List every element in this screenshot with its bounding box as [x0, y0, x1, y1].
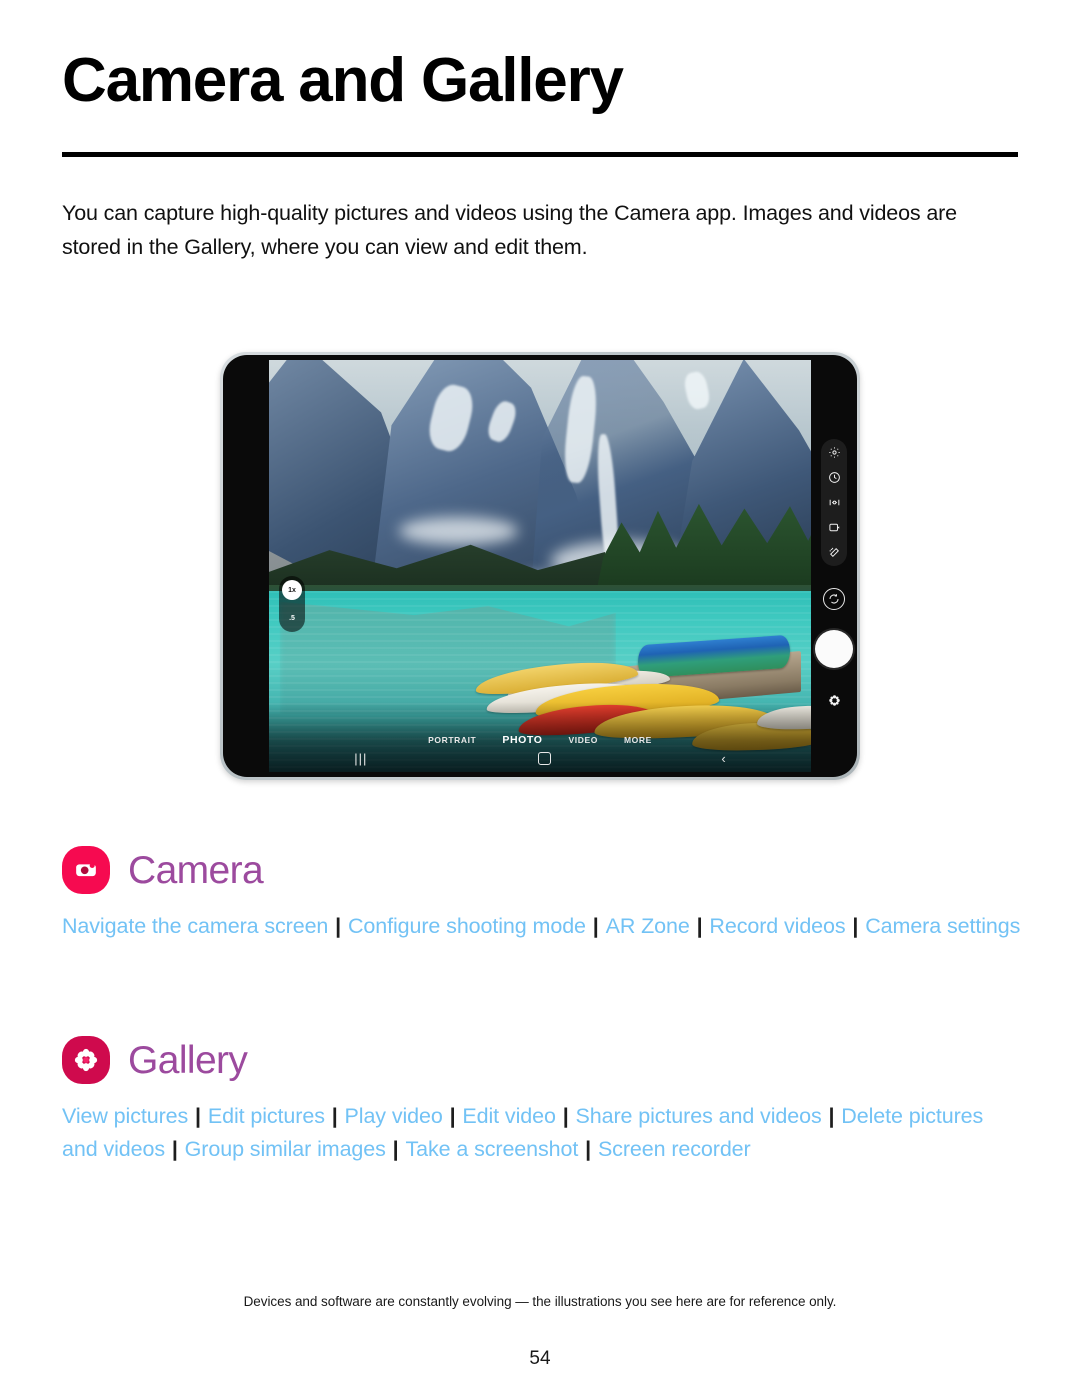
gallery-section-header: Gallery: [62, 1036, 1022, 1084]
mode-more[interactable]: MORE: [624, 735, 652, 745]
link-camera-settings[interactable]: Camera settings: [865, 914, 1020, 938]
camera-mode-selector[interactable]: PORTRAIT PHOTO VIDEO MORE: [269, 734, 811, 746]
section-camera: Camera Navigate the camera screen | Conf…: [62, 846, 1022, 943]
gallery-links[interactable]: View pictures | Edit pictures | Play vid…: [62, 1100, 1022, 1166]
tablet-frame: 1x .5 PORTRAIT PHOTO VIDEO MORE ||| ‹: [220, 352, 860, 780]
shutter-button[interactable]: [815, 630, 853, 669]
link-record-videos[interactable]: Record videos: [709, 914, 845, 938]
link-separator: |: [189, 1104, 207, 1128]
link-take-a-screenshot[interactable]: Take a screenshot: [405, 1137, 578, 1161]
link-separator: |: [690, 914, 709, 938]
link-edit-video[interactable]: Edit video: [462, 1104, 556, 1128]
gallery-thumbnail-icon[interactable]: [824, 690, 844, 710]
link-play-video[interactable]: Play video: [345, 1104, 443, 1128]
zoom-0.5x-button[interactable]: .5: [282, 608, 302, 628]
link-screen-recorder[interactable]: Screen recorder: [598, 1137, 751, 1161]
camera-section-title: Camera: [128, 848, 264, 892]
manual-page: Camera and Gallery You can capture high-…: [0, 0, 1080, 1397]
effects-icon[interactable]: [827, 545, 842, 560]
mode-photo[interactable]: PHOTO: [502, 734, 542, 746]
camera-options-group[interactable]: [821, 439, 847, 567]
section-gallery: Gallery View pictures | Edit pictures | …: [62, 1036, 1022, 1166]
camera-controls-column[interactable]: [815, 439, 853, 710]
link-separator: |: [325, 1104, 344, 1128]
camera-glyph: [76, 862, 96, 877]
zoom-controls[interactable]: 1x .5: [279, 576, 305, 633]
settings-icon[interactable]: [827, 445, 842, 460]
home-icon[interactable]: [537, 751, 551, 765]
timer-icon[interactable]: [827, 470, 842, 485]
gallery-app-icon: [62, 1036, 110, 1084]
aspect-ratio-icon[interactable]: [827, 520, 842, 535]
zoom-1x-button[interactable]: 1x: [282, 580, 302, 601]
flower-glyph: [74, 1048, 98, 1072]
link-navigate-the-camera-screen[interactable]: Navigate the camera screen: [62, 914, 328, 938]
link-separator: |: [166, 1137, 184, 1161]
camera-app-icon: [62, 846, 110, 894]
tablet-illustration: 1x .5 PORTRAIT PHOTO VIDEO MORE ||| ‹: [220, 352, 860, 780]
tablet-bezel: 1x .5 PORTRAIT PHOTO VIDEO MORE ||| ‹: [223, 355, 857, 777]
recents-icon[interactable]: |||: [354, 751, 367, 766]
camera-links[interactable]: Navigate the camera screen | Configure s…: [62, 910, 1022, 943]
mode-portrait[interactable]: PORTRAIT: [428, 735, 476, 745]
intro-paragraph: You can capture high-quality pictures an…: [62, 201, 957, 259]
link-separator: |: [386, 1137, 405, 1161]
link-ar-zone[interactable]: AR Zone: [606, 914, 690, 938]
android-navigation-bar[interactable]: ||| ‹: [269, 748, 811, 768]
title-divider: [62, 152, 1018, 157]
link-share-pictures-and-videos[interactable]: Share pictures and videos: [576, 1104, 822, 1128]
switch-camera-icon[interactable]: [823, 588, 845, 611]
gallery-section-title: Gallery: [128, 1038, 248, 1082]
back-icon[interactable]: ‹: [721, 751, 725, 766]
link-separator: |: [556, 1104, 575, 1128]
mode-video[interactable]: VIDEO: [569, 735, 598, 745]
link-separator: |: [822, 1104, 841, 1128]
link-separator: |: [846, 914, 865, 938]
link-group-similar-images[interactable]: Group similar images: [185, 1137, 386, 1161]
link-edit-pictures[interactable]: Edit pictures: [208, 1104, 325, 1128]
page-title: Camera and Gallery: [62, 46, 624, 115]
link-separator: |: [579, 1137, 597, 1161]
footnote: Devices and software are constantly evol…: [243, 1294, 837, 1309]
link-separator: |: [443, 1104, 462, 1128]
camera-viewfinder: 1x .5 PORTRAIT PHOTO VIDEO MORE ||| ‹: [269, 360, 811, 772]
motion-photo-icon[interactable]: [827, 495, 842, 510]
link-configure-shooting-mode[interactable]: Configure shooting mode: [348, 914, 586, 938]
link-separator: |: [329, 914, 347, 938]
page-number: 54: [529, 1348, 551, 1369]
link-separator: |: [586, 914, 605, 938]
camera-section-header: Camera: [62, 846, 1022, 894]
link-view-pictures[interactable]: View pictures: [62, 1104, 188, 1128]
